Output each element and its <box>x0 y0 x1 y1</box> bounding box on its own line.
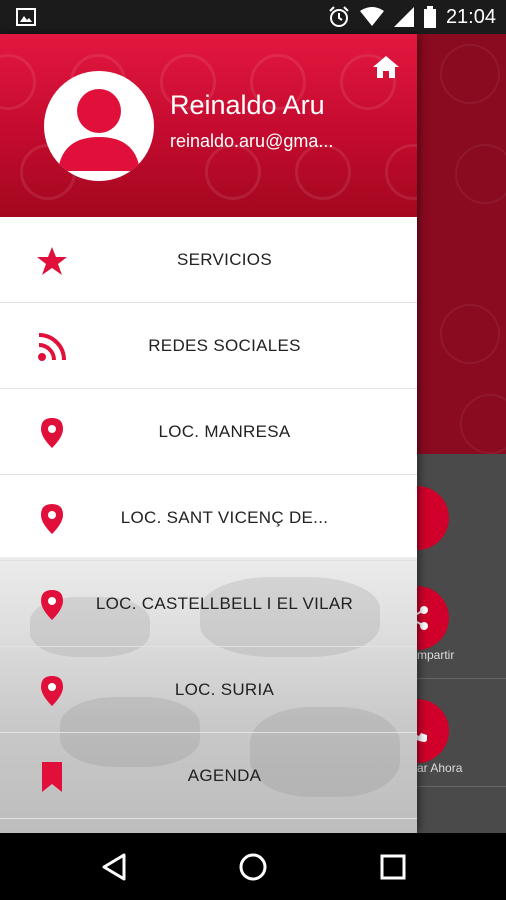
bookmark-icon <box>42 762 62 792</box>
alarm-icon <box>329 6 349 27</box>
navigation-drawer: Reinaldo Aru reinaldo.aru@gma... SERVICI… <box>0 34 417 833</box>
wifi-icon <box>359 7 384 26</box>
menu-item-label: LOC. CASTELLBELL I EL VILAR <box>95 594 354 613</box>
clock: 21:04 <box>445 5 496 28</box>
menu-item-label: LOC. MANRESA <box>158 422 291 441</box>
location-pin-icon <box>41 504 63 534</box>
menu-item-label: LOC. SANT VICENÇ DE... <box>120 508 329 527</box>
menu-item-label: REDES SOCIALES <box>148 336 301 355</box>
drawer-menu: SERVICIOS REDES SOCIALES LOC. MANRESA LO… <box>0 217 417 833</box>
menu-item-loc-castellbell[interactable]: LOC. CASTELLBELL I EL VILAR <box>0 561 417 647</box>
menu-item-loc-manresa[interactable]: LOC. MANRESA <box>0 389 417 475</box>
location-pin-icon <box>41 590 63 620</box>
signal-icon <box>393 7 414 27</box>
status-bar: 21:04 <box>0 0 506 34</box>
menu-item-redes-sociales[interactable]: REDES SOCIALES <box>0 303 417 389</box>
image-icon <box>16 8 36 26</box>
menu-item-label: SERVICIOS <box>177 250 272 269</box>
back-icon[interactable] <box>98 851 130 883</box>
menu-item-agenda[interactable]: AGENDA <box>0 733 417 819</box>
user-silhouette-icon <box>58 89 140 171</box>
location-pin-icon <box>41 676 63 706</box>
user-email: reinaldo.aru@gma... <box>170 131 334 151</box>
menu-item-label: LOC. SURIA <box>174 680 275 699</box>
location-pin-icon <box>41 418 63 448</box>
battery-icon <box>423 6 436 28</box>
menu-item-servicios[interactable]: SERVICIOS <box>0 217 417 303</box>
home-icon[interactable] <box>372 54 400 80</box>
user-name: Reinaldo Aru <box>170 90 325 120</box>
avatar[interactable] <box>44 71 154 181</box>
menu-item-loc-suria[interactable]: LOC. SURIA <box>0 647 417 733</box>
star-icon <box>37 247 67 275</box>
recents-icon[interactable] <box>377 851 409 883</box>
bg-call-label: ar Ahora <box>417 761 463 775</box>
menu-item-loc-sant-vicenc[interactable]: LOC. SANT VICENÇ DE... <box>0 475 417 561</box>
home-circle-icon[interactable] <box>237 851 269 883</box>
system-nav-bar <box>0 833 506 900</box>
rss-icon <box>38 333 66 361</box>
drawer-header: Reinaldo Aru reinaldo.aru@gma... <box>0 34 417 217</box>
menu-item-label: AGENDA <box>187 766 262 785</box>
bg-share-label: mpartir <box>417 648 455 662</box>
